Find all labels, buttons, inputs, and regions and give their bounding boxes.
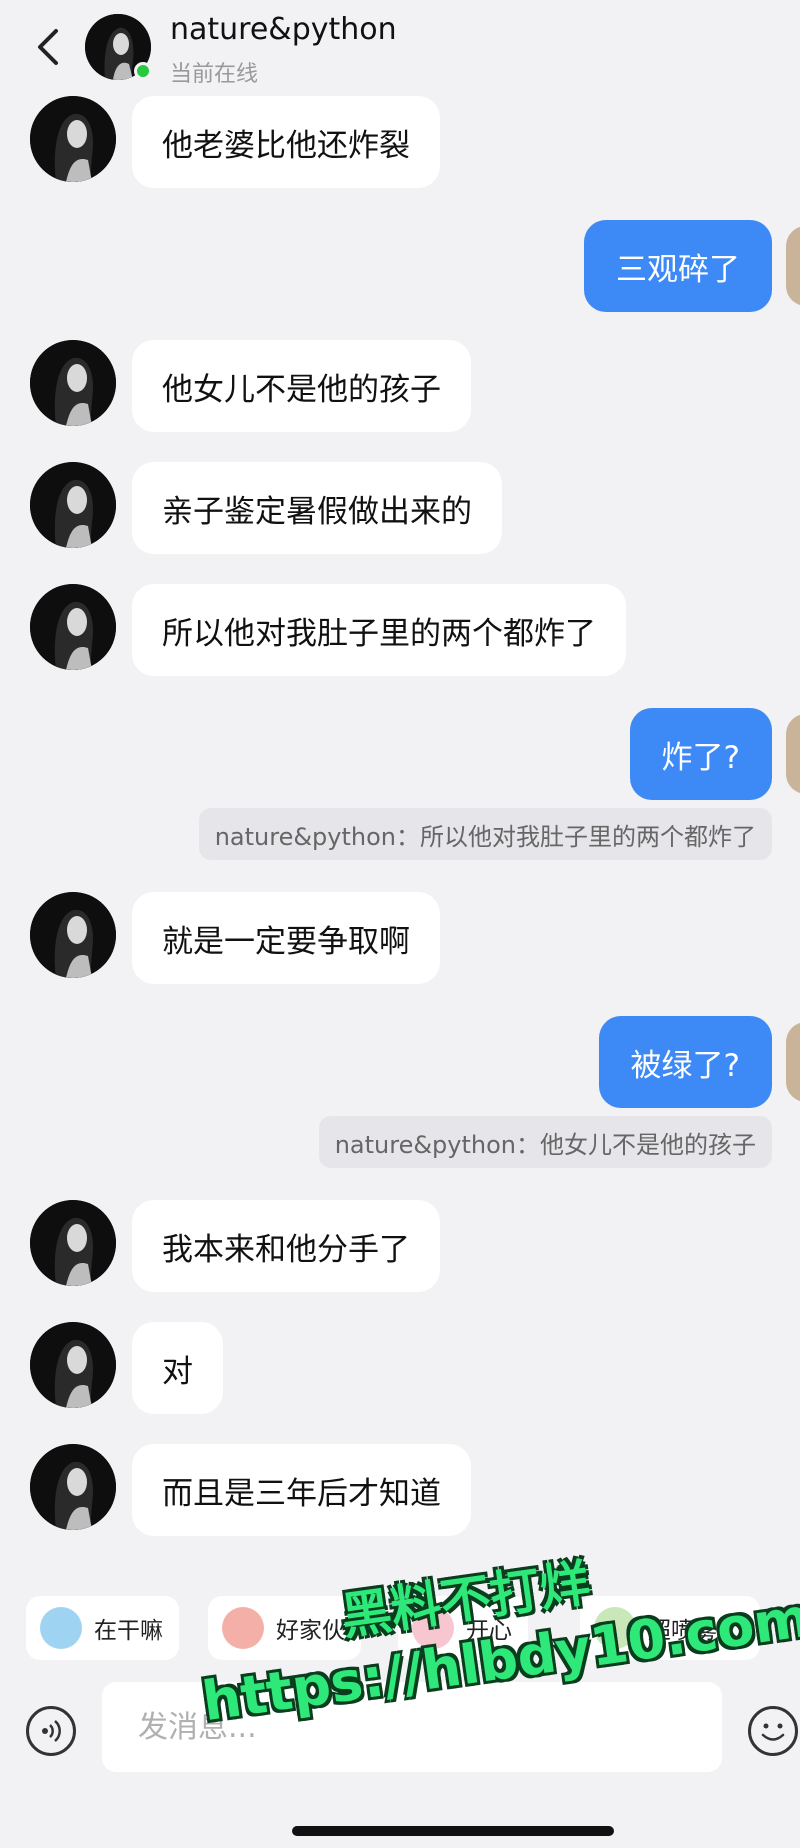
sender-avatar[interactable]: [30, 584, 116, 670]
chat-header: nature&python 当前在线: [0, 0, 800, 96]
sender-avatar[interactable]: [30, 1322, 116, 1408]
quick-reply-bar: 在干嘛 好家伙 开心 超喷雾: [0, 1572, 800, 1680]
message-bubble-incoming[interactable]: 所以他对我肚子里的两个都炸了: [132, 584, 626, 676]
message-input[interactable]: [102, 1682, 722, 1772]
message-bubble-outgoing[interactable]: 三观碎了: [584, 220, 772, 312]
message-bubble-incoming[interactable]: 就是一定要争取啊: [132, 892, 440, 984]
voice-icon[interactable]: [26, 1706, 76, 1756]
quick-reply-chip[interactable]: 超喷雾: [580, 1596, 760, 1660]
message-bubble-incoming[interactable]: 而且是三年后才知道: [132, 1444, 471, 1536]
message-bubble-outgoing[interactable]: 炸了?: [629, 708, 772, 800]
online-status-text: 当前在线: [170, 62, 259, 87]
sender-avatar[interactable]: [30, 892, 116, 978]
sender-avatar[interactable]: [30, 96, 116, 182]
quick-reply-label: 开心: [466, 1618, 512, 1644]
message-bubble-incoming[interactable]: 他女儿不是他的孩子: [132, 340, 471, 432]
quick-reply-label: 好家伙: [276, 1618, 345, 1644]
sender-avatar[interactable]: [30, 340, 116, 426]
sender-avatar[interactable]: [30, 1200, 116, 1286]
quick-reply-chip[interactable]: 开心: [398, 1596, 528, 1660]
self-avatar[interactable]: [786, 1022, 800, 1102]
sticker-icon: [412, 1607, 454, 1649]
sender-avatar[interactable]: [30, 1444, 116, 1530]
quick-reply-chip[interactable]: 在干嘛: [26, 1596, 179, 1660]
quick-reply-label: 超喷雾: [648, 1618, 717, 1644]
online-status-dot: [134, 62, 152, 80]
message-bubble-incoming[interactable]: 他老婆比他还炸裂: [132, 96, 440, 188]
sticker-icon: [594, 1607, 636, 1649]
back-arrow-icon[interactable]: [28, 22, 68, 72]
contact-name[interactable]: nature&python: [170, 12, 397, 47]
quick-reply-label: 在干嘛: [94, 1618, 163, 1644]
quoted-reply[interactable]: nature&python：所以他对我肚子里的两个都炸了: [198, 808, 772, 860]
self-avatar[interactable]: [786, 226, 800, 306]
message-bubble-incoming[interactable]: 我本来和他分手了: [132, 1200, 440, 1292]
self-avatar[interactable]: [786, 714, 800, 794]
quoted-reply[interactable]: nature&python：他女儿不是他的孩子: [318, 1116, 772, 1168]
message-input-bar: [0, 1680, 800, 1848]
message-bubble-outgoing[interactable]: 被绿了?: [598, 1016, 772, 1108]
message-bubble-incoming[interactable]: 对: [132, 1322, 223, 1414]
home-indicator: [292, 1826, 614, 1836]
emoji-icon[interactable]: [748, 1706, 798, 1756]
sender-avatar[interactable]: [30, 462, 116, 548]
quick-reply-chip[interactable]: 好家伙: [208, 1596, 361, 1660]
message-bubble-incoming[interactable]: 亲子鉴定暑假做出来的: [132, 462, 502, 554]
sticker-icon: [222, 1607, 264, 1649]
sticker-icon: [40, 1607, 82, 1649]
